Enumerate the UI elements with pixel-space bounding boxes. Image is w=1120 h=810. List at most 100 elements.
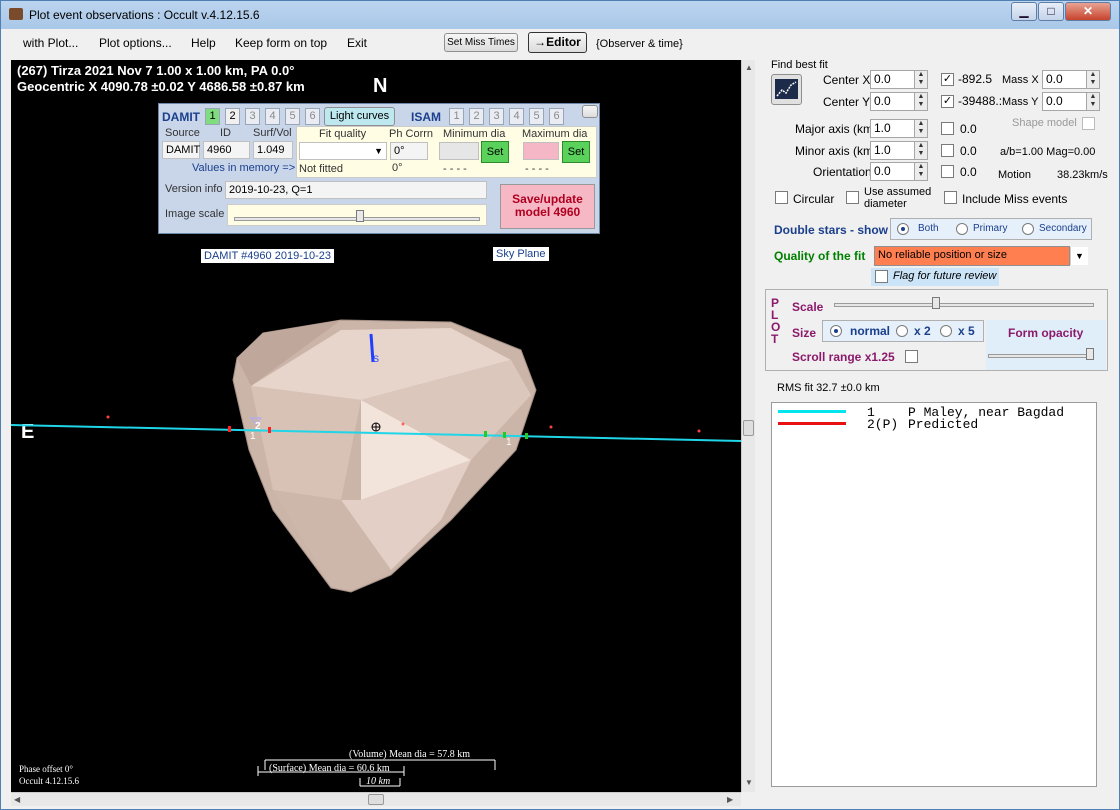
- editor-button[interactable]: →Editor: [528, 32, 587, 53]
- scale-slider[interactable]: [834, 295, 1096, 315]
- minor-axis-input[interactable]: 1.0: [870, 141, 915, 160]
- center-x-spinner[interactable]: ▲ ▼: [914, 70, 928, 89]
- center-y-spinner[interactable]: ▲ ▼: [914, 92, 928, 111]
- max-dia-set-button[interactable]: Set: [562, 141, 590, 163]
- isam-title: ISAM: [411, 110, 441, 124]
- scroll-down-icon[interactable]: ▼: [745, 778, 753, 787]
- isam-model-5-button[interactable]: 5: [529, 108, 544, 125]
- orientation-result: 0.0: [960, 165, 977, 179]
- center-x-input[interactable]: 0.0: [870, 70, 915, 89]
- major-axis-spinner[interactable]: ▲ ▼: [914, 119, 928, 138]
- fit-quality-select[interactable]: ▼: [299, 142, 387, 160]
- min-dia-set-button[interactable]: Set: [481, 141, 509, 163]
- form-opacity-thumb[interactable]: [1086, 348, 1094, 360]
- find-best-fit-button[interactable]: [771, 74, 802, 105]
- normal-label: normal: [850, 324, 891, 338]
- max-dia-field[interactable]: [523, 142, 559, 160]
- use-assumed-label: Use assumed diameter: [864, 186, 932, 210]
- damit-model-3-button[interactable]: 3: [245, 108, 260, 125]
- source-field[interactable]: DAMIT: [162, 141, 200, 159]
- set-miss-times-button[interactable]: Set Miss Times: [444, 33, 518, 52]
- menu-plot-options[interactable]: Plot options...: [99, 36, 172, 50]
- save-update-model-button[interactable]: Save/update model 4960: [500, 184, 595, 229]
- center-y-label: Center Y: [823, 95, 871, 109]
- mass-y-label: Mass Y: [1002, 96, 1039, 108]
- use-assumed-checkbox[interactable]: [846, 191, 859, 204]
- minor-axis-checkbox[interactable]: [941, 144, 954, 157]
- scroll-left-icon[interactable]: ◀: [14, 795, 20, 804]
- plot-vertical-scrollbar[interactable]: ▲ ▼: [741, 60, 755, 792]
- isam-model-4-button[interactable]: 4: [509, 108, 524, 125]
- isam-model-6-button[interactable]: 6: [549, 108, 564, 125]
- ph-corr-field[interactable]: 0°: [390, 142, 428, 160]
- circular-checkbox[interactable]: [775, 191, 788, 204]
- mass-y-input[interactable]: 0.0: [1042, 92, 1087, 111]
- radio-secondary[interactable]: [1022, 223, 1034, 235]
- orientation-spinner[interactable]: ▲ ▼: [914, 162, 928, 181]
- horizontal-scroll-thumb[interactable]: [368, 794, 384, 805]
- damit-model-4-button[interactable]: 4: [265, 108, 280, 125]
- center-y-input[interactable]: 0.0: [870, 92, 915, 111]
- close-button[interactable]: ✕: [1065, 2, 1111, 21]
- image-scale-thumb[interactable]: [356, 210, 364, 222]
- min-dia-field[interactable]: [439, 142, 479, 160]
- radio-size-x2[interactable]: [896, 325, 908, 337]
- mass-x-spinner[interactable]: ▲ ▼: [1086, 70, 1100, 89]
- major-axis-checkbox[interactable]: [941, 122, 954, 135]
- center-x-checkbox[interactable]: ✓: [941, 73, 954, 86]
- mass-x-input[interactable]: 0.0: [1042, 70, 1087, 89]
- minor-axis-spinner[interactable]: ▲ ▼: [914, 141, 928, 160]
- scroll-range-checkbox[interactable]: [905, 350, 918, 363]
- menu-with-plot[interactable]: with Plot...: [23, 36, 78, 50]
- menu-help[interactable]: Help: [191, 36, 216, 50]
- damit-model-2-button[interactable]: 2: [225, 108, 240, 125]
- shape-model-checkbox[interactable]: [1082, 117, 1095, 130]
- orientation-checkbox[interactable]: [941, 165, 954, 178]
- isam-model-1-button[interactable]: 1: [449, 108, 464, 125]
- title-bar: Plot event observations : Occult v.4.12.…: [1, 1, 1119, 29]
- x2-label: x 2: [914, 324, 931, 338]
- min-dia-label: Minimum dia: [443, 128, 506, 140]
- mass-y-spinner[interactable]: ▲ ▼: [1086, 92, 1100, 111]
- menu-bar: with Plot... Plot options... Help Keep f…: [1, 29, 1119, 57]
- maximize-button[interactable]: □: [1038, 2, 1064, 21]
- chevron-down-icon[interactable]: ▼: [1070, 247, 1088, 265]
- motion-value: 38.23km/s: [1057, 169, 1108, 181]
- major-axis-result: 0.0: [960, 122, 977, 136]
- radio-both[interactable]: [897, 223, 909, 235]
- scale-thumb[interactable]: [932, 297, 940, 309]
- radio-primary[interactable]: [956, 223, 968, 235]
- form-opacity-slider[interactable]: [988, 346, 1096, 366]
- minimize-button[interactable]: ▁: [1011, 2, 1037, 21]
- id-field[interactable]: 4960: [203, 141, 250, 159]
- flag-review-checkbox[interactable]: [875, 270, 888, 283]
- scroll-right-icon[interactable]: ▶: [727, 795, 733, 804]
- image-scale-slider[interactable]: [227, 204, 487, 226]
- radio-size-x5[interactable]: [940, 325, 952, 337]
- include-miss-checkbox[interactable]: [944, 191, 957, 204]
- radio-size-normal[interactable]: [830, 325, 842, 337]
- surf-vol-field[interactable]: 1.049: [253, 141, 293, 159]
- menu-keep-on-top[interactable]: Keep form on top: [235, 36, 327, 50]
- isam-model-3-button[interactable]: 3: [489, 108, 504, 125]
- orientation-input[interactable]: 0.0: [870, 162, 915, 181]
- center-y-checkbox[interactable]: ✓: [941, 95, 954, 108]
- id-label: ID: [220, 127, 231, 139]
- both-label: Both: [918, 223, 939, 234]
- isam-model-2-button[interactable]: 2: [469, 108, 484, 125]
- plot-horizontal-scrollbar[interactable]: ◀ ▶: [11, 792, 741, 806]
- double-stars-label: Double stars - show: [774, 223, 889, 237]
- vertical-scroll-thumb[interactable]: [743, 420, 754, 436]
- size-radio-group: normal x 2 x 5: [822, 320, 984, 342]
- light-curves-button[interactable]: Light curves: [324, 107, 395, 126]
- damit-model-5-button[interactable]: 5: [285, 108, 300, 125]
- menu-exit[interactable]: Exit: [347, 36, 367, 50]
- major-axis-input[interactable]: 1.0: [870, 119, 915, 138]
- damit-model-6-button[interactable]: 6: [305, 108, 320, 125]
- panel-close-box[interactable]: [582, 105, 598, 118]
- scroll-up-icon[interactable]: ▲: [745, 63, 753, 72]
- version-info-field[interactable]: 2019-10-23, Q=1: [225, 181, 487, 199]
- damit-model-1-button[interactable]: 1: [205, 108, 220, 125]
- legend-num-2: 2(P): [867, 417, 899, 432]
- quality-select[interactable]: No reliable position or size ▼: [874, 246, 1088, 266]
